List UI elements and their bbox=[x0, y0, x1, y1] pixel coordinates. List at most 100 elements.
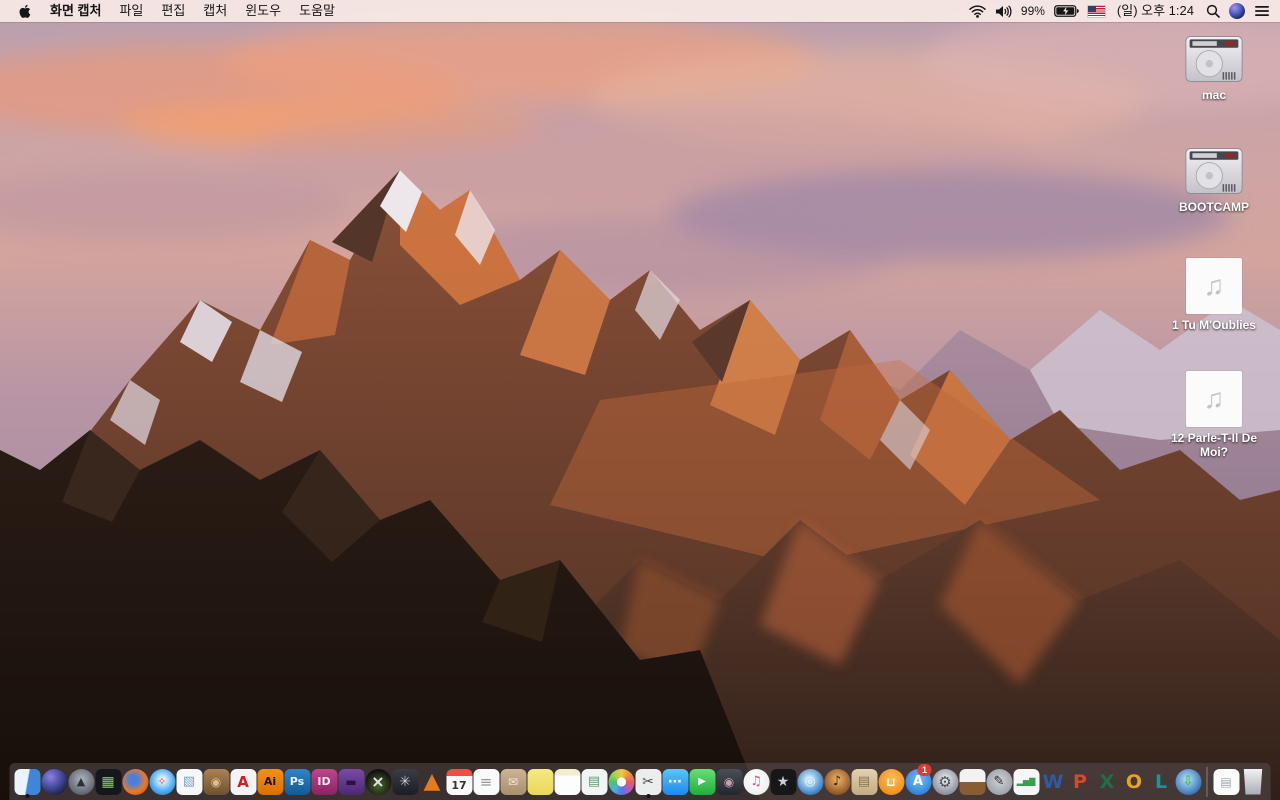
music-note-icon: ♫ bbox=[1186, 371, 1242, 427]
dock-photos[interactable] bbox=[608, 763, 635, 800]
desktop-icon-audio-file-2[interactable]: ♫ 12 Parle-T-Il De Moi? bbox=[1164, 371, 1264, 459]
dock-vlc[interactable]: ▲ bbox=[419, 763, 446, 800]
dock-download-manager[interactable]: ⇩ bbox=[1175, 763, 1202, 800]
dock-ms-powerpoint[interactable]: P bbox=[1067, 763, 1094, 800]
dock-coteditor-box[interactable]: ✉ bbox=[500, 763, 527, 800]
dock-finder[interactable] bbox=[14, 763, 41, 800]
wallpaper bbox=[0, 0, 1280, 800]
desktop-icon-drive-bootcamp[interactable]: BOOTCAMP bbox=[1164, 146, 1264, 214]
system-preferences-icon: ⚙ bbox=[932, 768, 958, 795]
dock-system-preferences[interactable]: ⚙ bbox=[932, 763, 959, 800]
music-note-icon: ♫ bbox=[1186, 258, 1242, 314]
dock-facetime[interactable]: ▶ bbox=[689, 763, 716, 800]
dock-pages[interactable]: ✎ bbox=[986, 763, 1013, 800]
volume-icon[interactable] bbox=[995, 5, 1012, 18]
dock-photo-booth[interactable]: ◉ bbox=[716, 763, 743, 800]
dock-firefox[interactable] bbox=[122, 763, 149, 800]
reminders-icon: ≡ bbox=[473, 768, 499, 795]
siri-icon[interactable] bbox=[1229, 3, 1245, 19]
menu-bar: 화면 캡처 파일 편집 캡처 윈도우 도움말 99% (일) 오후 1:24 bbox=[0, 0, 1280, 22]
wifi-icon[interactable] bbox=[969, 4, 986, 18]
notepad-icon bbox=[554, 768, 580, 795]
notification-center-icon[interactable] bbox=[1254, 5, 1270, 17]
ms-powerpoint-icon: P bbox=[1073, 770, 1087, 793]
dock-xee[interactable]: × bbox=[365, 763, 392, 800]
dock-acrobat[interactable]: A bbox=[230, 763, 257, 800]
desktop-icon-label: mac bbox=[1201, 88, 1227, 102]
dock-itunes[interactable]: ♫ bbox=[743, 763, 770, 800]
input-source-us-flag[interactable] bbox=[1087, 5, 1105, 17]
hard-drive-icon bbox=[1184, 34, 1244, 84]
dock-mission-control[interactable]: ▦ bbox=[95, 763, 122, 800]
ms-word-icon: W bbox=[1042, 770, 1064, 793]
apple-menu[interactable] bbox=[10, 3, 41, 19]
menu-bar-left: 화면 캡처 파일 편집 캡처 윈도우 도움말 bbox=[10, 0, 344, 22]
dock-photoshop[interactable]: Ps bbox=[284, 763, 311, 800]
menu-window[interactable]: 윈도우 bbox=[236, 0, 290, 22]
menu-file[interactable]: 파일 bbox=[110, 0, 152, 22]
trash-icon bbox=[1243, 768, 1263, 795]
dock-trash[interactable] bbox=[1240, 763, 1267, 800]
ms-excel-icon: X bbox=[1099, 770, 1115, 793]
dock-ibooks[interactable]: ⊔ bbox=[878, 763, 905, 800]
dock-ms-lync[interactable]: L bbox=[1148, 763, 1175, 800]
dock-reminders[interactable]: ≡ bbox=[473, 763, 500, 800]
dock-stickies[interactable] bbox=[527, 763, 554, 800]
xee-icon: × bbox=[365, 768, 391, 795]
dock-ms-word[interactable]: W bbox=[1040, 763, 1067, 800]
pages-icon: ✎ bbox=[986, 768, 1012, 795]
dock-recent-document[interactable]: ▤ bbox=[1213, 763, 1240, 800]
mission-control-icon: ▦ bbox=[95, 768, 121, 795]
menu-edit[interactable]: 편집 bbox=[152, 0, 194, 22]
menu-bar-status: 99% (일) 오후 1:24 bbox=[969, 0, 1270, 22]
menu-bar-clock[interactable]: (일) 오후 1:24 bbox=[1114, 0, 1197, 22]
stickies-icon bbox=[527, 768, 553, 795]
dock-toast[interactable]: ▬ bbox=[338, 763, 365, 800]
dock-safari[interactable]: ✧ bbox=[149, 763, 176, 800]
dock-keynote[interactable] bbox=[959, 763, 986, 800]
safari-icon: ✧ bbox=[149, 768, 175, 795]
indesign-icon: ID bbox=[311, 768, 337, 795]
dock-garageband[interactable]: ♪ bbox=[824, 763, 851, 800]
recent-document-icon: ▤ bbox=[1213, 768, 1239, 795]
ms-outlook-icon: O bbox=[1125, 770, 1143, 793]
dock-grab-screen-capture[interactable]: ✂ bbox=[635, 763, 662, 800]
battery-charging-icon[interactable] bbox=[1054, 5, 1079, 17]
desktop-icon-drive-mac[interactable]: mac bbox=[1164, 34, 1264, 102]
dock-slides-docs[interactable]: ▤ bbox=[581, 763, 608, 800]
battery-percent: 99% bbox=[1020, 4, 1045, 18]
dock-numbers[interactable]: ▂▅▇ bbox=[1013, 763, 1040, 800]
dock-journal-notebook[interactable]: ◉ bbox=[203, 763, 230, 800]
dock-launchpad[interactable]: ▲ bbox=[68, 763, 95, 800]
menu-capture[interactable]: 캡처 bbox=[194, 0, 236, 22]
toast-icon: ▬ bbox=[338, 768, 364, 795]
dock-calendar[interactable]: 17 bbox=[446, 763, 473, 800]
dock-aperture-fan[interactable]: ✳ bbox=[392, 763, 419, 800]
dock-illustrator[interactable]: Ai bbox=[257, 763, 284, 800]
menu-app-name[interactable]: 화면 캡처 bbox=[41, 0, 110, 22]
dock-dvd-player[interactable]: ◎ bbox=[797, 763, 824, 800]
dock-messages[interactable]: ⋯ bbox=[662, 763, 689, 800]
dock-stacked-documents[interactable]: ▤ bbox=[851, 763, 878, 800]
desktop-icon-label: 1 Tu M'Oublies bbox=[1172, 318, 1256, 332]
dock-siri[interactable] bbox=[41, 763, 68, 800]
hard-drive-icon bbox=[1184, 146, 1244, 196]
dock-ms-excel[interactable]: X bbox=[1094, 763, 1121, 800]
dock-indesign[interactable]: ID bbox=[311, 763, 338, 800]
dock-preview[interactable]: ▧ bbox=[176, 763, 203, 800]
dock-app-store[interactable]: A1 bbox=[905, 763, 932, 800]
itunes-icon: ♫ bbox=[743, 768, 769, 795]
dock-ms-outlook[interactable]: O bbox=[1121, 763, 1148, 800]
firefox-icon bbox=[122, 768, 148, 795]
photoshop-icon: Ps bbox=[284, 768, 310, 795]
grab-screen-capture-icon: ✂ bbox=[635, 768, 661, 795]
menu-help[interactable]: 도움말 bbox=[290, 0, 344, 22]
dock-imovie[interactable]: ★ bbox=[770, 763, 797, 800]
download-manager-icon: ⇩ bbox=[1175, 768, 1201, 795]
siri-icon bbox=[41, 768, 67, 795]
desktop-icon-audio-file-1[interactable]: ♫ 1 Tu M'Oublies bbox=[1164, 258, 1264, 332]
spotlight-search-icon[interactable] bbox=[1206, 4, 1220, 18]
dock-notepad[interactable] bbox=[554, 763, 581, 800]
app-store-badge: 1 bbox=[917, 764, 932, 776]
journal-notebook-icon: ◉ bbox=[203, 768, 229, 795]
